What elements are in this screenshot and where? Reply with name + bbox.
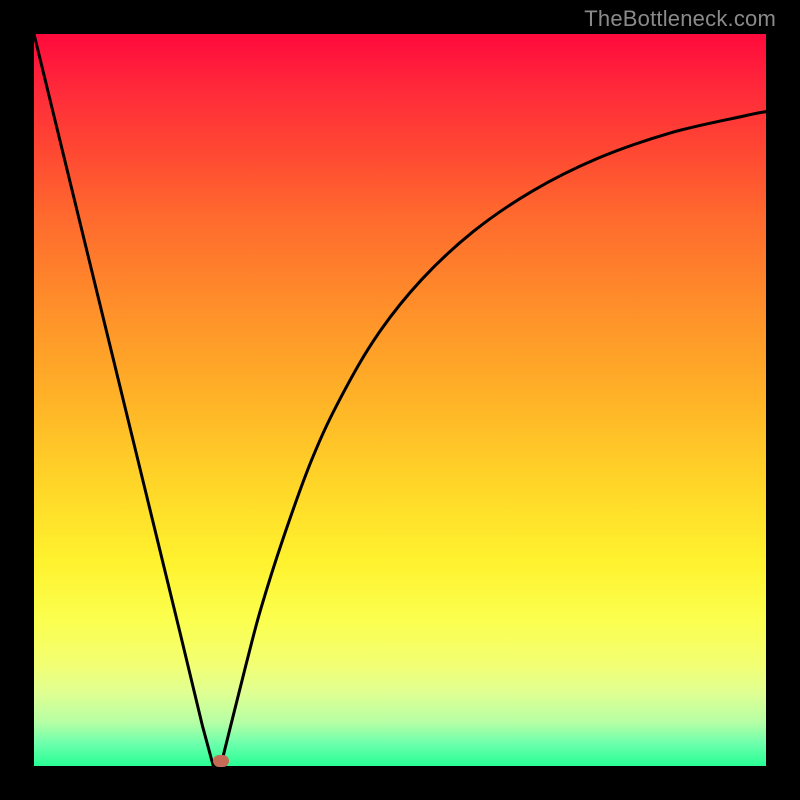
bottleneck-curve (34, 34, 766, 766)
plot-area (34, 34, 766, 766)
curve-path (34, 34, 766, 766)
watermark-text: TheBottleneck.com (584, 6, 776, 32)
chart-frame: TheBottleneck.com (0, 0, 800, 800)
bottleneck-marker (213, 755, 229, 767)
